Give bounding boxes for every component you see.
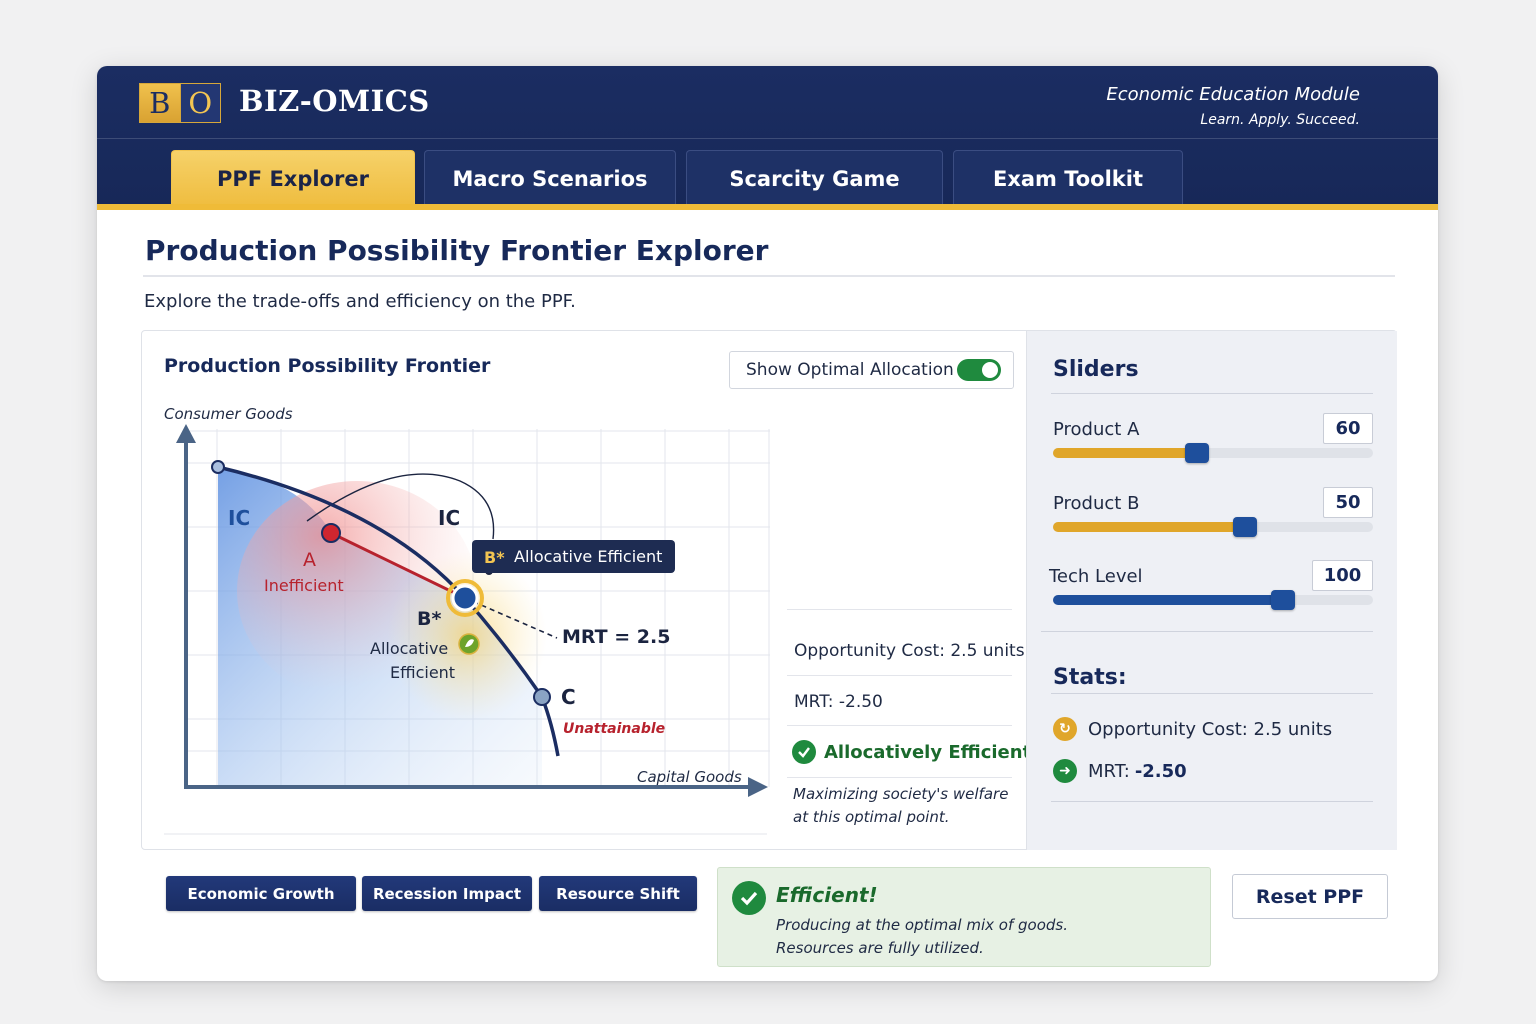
tab-macro-scenarios[interactable]: Macro Scenarios [424,150,676,206]
x-axis-label: Capital Goods [637,768,742,786]
tab-scarcity-game[interactable]: Scarcity Game [686,150,943,206]
status-line-2: Resources are fully utilized. [776,939,984,957]
header-divider [97,138,1438,139]
x-axis-arrow-icon [748,777,768,797]
point-b-description-1: Allocative [370,639,448,658]
info-divider-4 [787,777,1012,778]
stats-heading: Stats: [1053,665,1127,690]
stats-top-divider [1041,631,1373,632]
slider-product-a[interactable] [1053,443,1373,463]
slider-product-a-fill [1053,448,1197,458]
point-c-description: Unattainable [563,721,665,737]
info-note-line-1: Maximizing society's welfare [793,785,1009,803]
stat-mrt: ➜ MRT: -2.50 [1053,759,1187,783]
check-circle-icon [792,740,816,764]
info-mrt: MRT: -2.50 [794,692,883,712]
stat-opportunity-cost-text: Opportunity Cost: 2.5 units [1088,718,1333,740]
slider-product-a-value[interactable]: 60 [1323,413,1373,444]
cycle-icon: ↻ [1053,717,1077,741]
slider-tech-level-value[interactable]: 100 [1312,560,1373,591]
brand-logo: B O [139,83,221,123]
mrt-label: MRT = 2.5 [562,626,670,648]
title-divider [143,275,1395,277]
point-c-marker[interactable] [533,688,551,706]
arrow-right-icon: ➜ [1053,759,1077,783]
info-efficient-status: Allocatively Efficient [792,740,1031,764]
slider-product-b[interactable] [1053,517,1373,537]
status-title: Efficient! [776,883,878,907]
sliders-sidebar: Sliders Product A 60 Product B 50 Tech L… [1026,331,1397,850]
slider-tech-level-thumb[interactable] [1271,590,1296,610]
point-a-description: Inefficient [264,576,344,595]
point-b-marker[interactable] [451,584,479,612]
y-axis-label: Consumer Goods [164,405,293,423]
slider-product-b-value[interactable]: 50 [1323,487,1373,518]
logo-letter-right: O [179,84,220,122]
sliders-heading: Sliders [1053,357,1139,382]
info-opportunity-cost: Opportunity Cost: 2.5 units [794,641,1025,661]
check-circle-icon [732,881,766,915]
logo-letter-left: B [140,84,180,122]
stat-mrt-value: -2.50 [1134,760,1187,782]
ppf-chart: B* Allocative Efficient Consumer Goods C… [164,405,770,835]
point-b-description-2: Efficient [390,663,455,682]
tabbar-accent-stripe [97,204,1438,210]
slider-product-b-thumb[interactable] [1233,517,1257,537]
tooltip-point-label: B* [484,548,505,567]
slider-product-b-fill [1053,522,1245,532]
stats-divider [1051,693,1373,694]
resource-shift-button[interactable]: Resource Shift [539,876,697,911]
slider-tech-level-fill [1053,595,1284,605]
app-window: B O BIZ-OMICS Economic Education Module … [97,66,1438,981]
page-subtitle: Explore the trade-offs and efficiency on… [144,291,576,312]
slider-product-a-label: Product A [1053,419,1140,440]
stat-mrt-label: MRT: [1088,760,1130,782]
page-title: Production Possibility Frontier Explorer [145,234,769,267]
ppf-panel: Production Possibility Frontier Show Opt… [141,330,1397,850]
point-c-label: C [561,685,576,709]
slider-tech-level-label: Tech Level [1049,566,1143,587]
ppf-endpoint-top [211,460,225,474]
info-divider-3 [787,725,1012,726]
point-b-label: B* [417,608,441,630]
ic-label-left: IC [228,506,250,530]
info-divider-2 [787,675,1012,676]
efficiency-status-box: Efficient! Producing at the optimal mix … [717,867,1211,967]
module-tagline: Learn. Apply. Succeed. [1200,112,1360,128]
reset-ppf-button[interactable]: Reset PPF [1232,874,1388,919]
stat-opportunity-cost: ↻ Opportunity Cost: 2.5 units [1053,717,1332,741]
point-a-label: A [303,549,316,571]
status-line-1: Producing at the optimal mix of goods. [776,916,1068,934]
module-info: Economic Education Module Learn. Apply. … [1106,84,1360,128]
slider-product-b-label: Product B [1053,493,1140,514]
app-header: B O BIZ-OMICS Economic Education Module … [97,66,1438,206]
sliders-divider [1051,393,1373,394]
point-a-marker[interactable] [321,523,341,543]
recession-impact-button[interactable]: Recession Impact [362,876,532,911]
module-title: Economic Education Module [1106,84,1360,105]
economic-growth-button[interactable]: Economic Growth [166,876,356,911]
tooltip-text: Allocative Efficient [514,547,662,566]
info-divider-1 [787,609,1012,610]
brand-name: BIZ-OMICS [239,84,430,118]
tab-exam-toolkit[interactable]: Exam Toolkit [953,150,1183,206]
slider-product-a-thumb[interactable] [1185,443,1209,463]
tab-ppf-explorer[interactable]: PPF Explorer [171,150,415,206]
optimal-tooltip: B* Allocative Efficient [472,540,675,573]
y-axis-arrow-icon [176,424,196,443]
ic-label-top: IC [438,506,460,530]
info-efficient-label: Allocatively Efficient [824,741,1032,763]
info-note-line-2: at this optimal point. [793,808,950,826]
stats-bottom-divider [1051,801,1373,802]
slider-tech-level[interactable] [1053,590,1373,610]
